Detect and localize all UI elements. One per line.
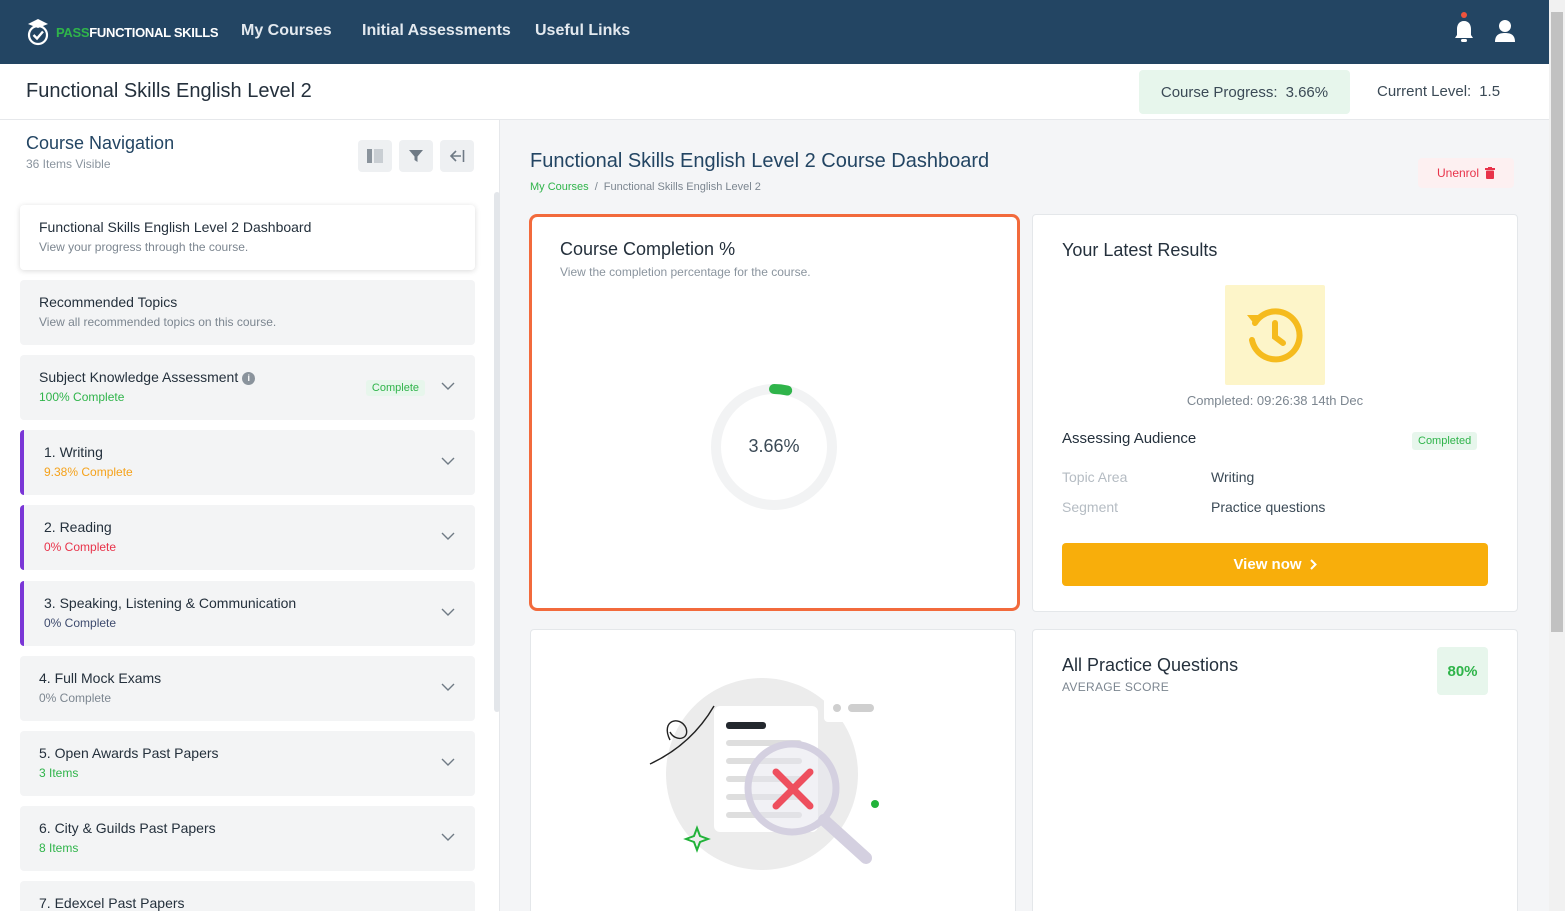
sidebar-title: Course Navigation <box>26 133 175 153</box>
practice-questions-subtitle: AVERAGE SCORE <box>1062 680 1170 694</box>
sidebar-item-subtitle: 9.38% Complete <box>44 465 133 479</box>
sidebar-item-subtitle: 8 Items <box>39 841 79 855</box>
sidebar-item-title: 7. Edexcel Past Papers <box>39 895 185 911</box>
sidebar-item-open-awards[interactable]: 5. Open Awards Past Papers 3 Items <box>20 731 475 796</box>
sidebar-item-subtitle: 0% Complete <box>39 691 112 705</box>
top-navbar: PASSFUNCTIONAL SKILLS My Courses Initial… <box>0 0 1549 64</box>
breadcrumb-my-courses[interactable]: My Courses <box>530 181 589 193</box>
sidebar-item-full-mock-exams[interactable]: 4. Full Mock Exams 0% Complete <box>20 656 475 721</box>
chevron-down-icon[interactable] <box>441 830 455 844</box>
course-header: Functional Skills English Level 2 Course… <box>0 64 1549 120</box>
sidebar-item-title: 3. Speaking, Listening & Communication <box>44 595 297 611</box>
sidebar-subtitle: 36 Items Visible <box>26 157 111 171</box>
chevron-down-icon[interactable] <box>441 605 455 619</box>
current-level-label: Current Level: <box>1377 83 1472 100</box>
unenrol-button[interactable]: Unenrol <box>1418 158 1514 188</box>
chevron-down-icon[interactable] <box>441 680 455 694</box>
logo-shield-icon <box>27 19 49 46</box>
sidebar-item-subject-knowledge-assessment[interactable]: Subject Knowledge Assessment i 100% Compl… <box>20 355 475 420</box>
sidebar-item-subtitle: View all recommended topics on this cour… <box>39 315 277 329</box>
average-score-badge: 80% <box>1437 647 1488 695</box>
sidebar-scrollbar[interactable] <box>494 192 500 712</box>
current-level-value: 1.5 <box>1479 83 1501 100</box>
layout-icon <box>367 149 383 163</box>
sidebar-item-subtitle: 100% Complete <box>39 390 125 404</box>
sidebar-item-reading[interactable]: 2. Reading 0% Complete <box>20 505 475 570</box>
sidebar-item-title: 4. Full Mock Exams <box>39 670 162 686</box>
no-results-illustration <box>649 678 882 870</box>
results-image <box>1225 285 1325 385</box>
current-level: Current Level: 1.5 <box>1377 83 1500 100</box>
chevron-down-icon[interactable] <box>441 379 455 393</box>
sidebar-item-subtitle: View your progress through the course. <box>39 240 249 254</box>
practice-questions-title: All Practice Questions <box>1062 655 1239 675</box>
result-name: Assessing Audience <box>1062 430 1197 447</box>
sidebar-item-speaking-listening[interactable]: 3. Speaking, Listening & Communication 0… <box>20 581 475 646</box>
history-clock-icon <box>1247 308 1303 363</box>
donut-progress-arc <box>769 384 793 396</box>
breadcrumb-current: Functional Skills English Level 2 <box>603 181 761 193</box>
nav-initial-assessments[interactable]: Initial Assessments <box>362 22 511 40</box>
collapse-left-icon <box>449 150 465 162</box>
nav-useful-links[interactable]: Useful Links <box>535 22 630 40</box>
view-now-label: View now <box>1233 556 1302 573</box>
course-progress-badge: Course Progress: 3.66% <box>1139 70 1350 114</box>
sidebar-item-title-text: Subject Knowledge Assessment <box>39 369 239 385</box>
sidebar-item-recommended-topics[interactable]: Recommended Topics View all recommended … <box>20 280 475 345</box>
sidebar-item-title: Recommended Topics <box>39 294 178 310</box>
sidebar-item-edexcel[interactable]: 7. Edexcel Past Papers <box>20 881 475 911</box>
course-progress-label: Course Progress: <box>1160 83 1278 101</box>
sidebar-item-subtitle: 0% Complete <box>44 540 117 554</box>
chevron-right-icon <box>1309 559 1317 570</box>
sidebar-item-title: 2. Reading <box>44 519 112 535</box>
sidebar-item-city-guilds[interactable]: 6. City & Guilds Past Papers 8 Items <box>20 806 475 871</box>
completion-title: Course Completion % <box>560 239 736 259</box>
view-now-button[interactable]: View now <box>1062 543 1488 586</box>
logo-text-functional-skills: FUNCTIONAL SKILLS <box>89 24 219 40</box>
sidebar-item-title: Functional Skills English Level 2 Dashbo… <box>39 219 312 235</box>
chevron-down-icon[interactable] <box>441 755 455 769</box>
page-scrollbar-thumb[interactable] <box>1551 12 1563 632</box>
filter-button[interactable] <box>399 140 433 172</box>
course-title: Functional Skills English Level 2 <box>26 80 312 102</box>
segment-value: Practice questions <box>1211 499 1326 515</box>
segment-label: Segment <box>1062 499 1119 515</box>
sidebar-item-subtitle: 0% Complete <box>44 616 117 630</box>
chevron-down-icon[interactable] <box>441 454 455 468</box>
page-title: Functional Skills English Level 2 Course… <box>530 150 990 172</box>
sidebar-item-title: Subject Knowledge Assessment i <box>39 369 256 385</box>
latest-results-title: Your Latest Results <box>1062 240 1218 260</box>
topic-area-label: Topic Area <box>1062 469 1128 485</box>
completed-badge: Completed <box>1412 432 1478 450</box>
chevron-down-icon[interactable] <box>441 529 455 543</box>
info-icon[interactable]: i <box>242 372 256 385</box>
sidebar-item-subtitle: 3 Items <box>39 766 79 780</box>
trash-icon <box>1485 167 1496 179</box>
breadcrumb-separator: / <box>594 181 598 193</box>
unenrol-label: Unenrol <box>1436 166 1480 180</box>
collapse-sidebar-button[interactable] <box>440 140 474 172</box>
completion-percent-label: 3.66% <box>748 436 800 456</box>
layout-toggle-button[interactable] <box>358 140 392 172</box>
logo-text-pass: PASS <box>56 24 90 40</box>
course-progress-value: 3.66% <box>1285 83 1329 101</box>
logo[interactable]: PASSFUNCTIONAL SKILLS <box>24 16 219 48</box>
sidebar-item-title: 6. City & Guilds Past Papers <box>39 820 216 836</box>
bell-icon[interactable] <box>1453 18 1475 44</box>
logo-text: PASSFUNCTIONAL SKILLS <box>56 24 219 40</box>
user-icon[interactable] <box>1494 18 1516 44</box>
sidebar-item-title: 5. Open Awards Past Papers <box>39 745 219 761</box>
filter-icon <box>409 150 423 162</box>
completed-time: Completed: 09:26:38 14th Dec <box>1186 393 1364 408</box>
completion-subtitle: View the completion percentage for the c… <box>560 265 811 279</box>
sidebar-item-writing[interactable]: 1. Writing 9.38% Complete <box>20 430 475 495</box>
sidebar-item-dashboard[interactable]: Functional Skills English Level 2 Dashbo… <box>20 205 475 270</box>
complete-badge: Complete <box>365 380 425 396</box>
nav-my-courses[interactable]: My Courses <box>241 22 332 40</box>
topic-area-value: Writing <box>1211 469 1255 485</box>
breadcrumb: My Courses / Functional Skills English Lev… <box>530 181 761 193</box>
sidebar-item-title: 1. Writing <box>44 444 103 460</box>
